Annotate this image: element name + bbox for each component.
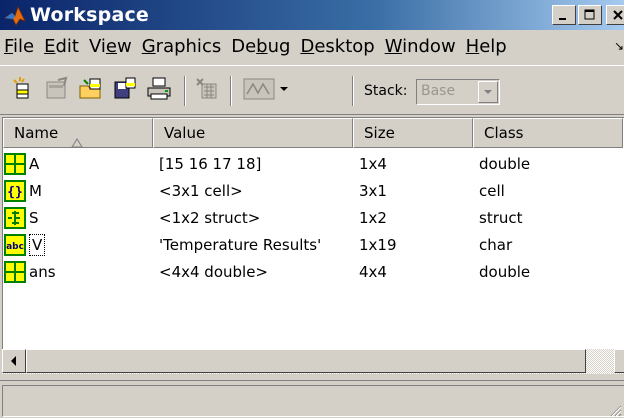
workspace-table: Name Value Size Class A [15 16 17 18] 1x… [2, 117, 624, 372]
plot-selection-button[interactable] [242, 76, 292, 102]
variable-size: 4x4 [359, 263, 387, 281]
svg-text:abc: abc [6, 242, 24, 252]
delete-icon [196, 78, 217, 99]
menu-desktop[interactable]: Desktop [295, 36, 379, 57]
variable-size: 1x19 [359, 236, 397, 254]
arrow-left-icon [11, 356, 16, 366]
column-header-class[interactable]: Class [473, 118, 623, 148]
window-title: Workspace [30, 4, 150, 26]
new-variable-button[interactable] [10, 76, 36, 102]
maximize-icon [584, 9, 595, 20]
load-data-button[interactable] [78, 76, 104, 102]
table-row[interactable]: S <1x2 struct> 1x2 struct [3, 205, 623, 232]
menu-debug[interactable]: Debug [226, 36, 295, 57]
matrix-icon [4, 153, 26, 175]
maximize-button[interactable] [578, 5, 602, 25]
matrix-icon [4, 261, 26, 283]
stack-label: Stack: [364, 83, 408, 99]
delete-button[interactable] [194, 76, 220, 102]
variable-name: S [29, 209, 39, 227]
table-row[interactable]: {} M <3x1 cell> 3x1 cell [3, 178, 623, 205]
variable-name: M [29, 182, 42, 200]
chevron-down-icon [484, 90, 492, 94]
close-button[interactable] [606, 5, 624, 25]
sort-ascending-icon [71, 129, 83, 147]
chevron-down-icon [280, 87, 288, 91]
print-button[interactable] [146, 76, 172, 102]
load-data-icon [79, 78, 101, 99]
status-bar [0, 380, 624, 418]
menu-help[interactable]: Help [461, 36, 512, 57]
variable-value: <1x2 struct> [159, 209, 261, 227]
save-button[interactable] [112, 76, 138, 102]
char-array-icon: abc [4, 234, 26, 256]
column-header-size[interactable]: Size [353, 118, 473, 148]
variable-class: double [479, 155, 531, 173]
table-row[interactable]: A [15 16 17 18] 1x4 double [3, 151, 623, 178]
menu-edit[interactable]: Edit [39, 36, 84, 57]
status-panel [2, 385, 624, 417]
menu-file[interactable]: File [0, 36, 39, 57]
scroll-right-button[interactable] [614, 349, 624, 373]
save-icon [114, 77, 136, 99]
stack-select-value: Base [421, 83, 456, 99]
table-row[interactable]: abc V 'Temperature Results' 1x19 char [3, 232, 623, 259]
menu-graphics[interactable]: Graphics [137, 36, 227, 57]
toolbar-separator [230, 76, 232, 106]
minimize-icon [559, 18, 566, 20]
new-variable-icon [13, 77, 29, 99]
variable-class: double [479, 263, 531, 281]
scrollbar-thumb[interactable] [26, 349, 586, 373]
variable-name-focus: V [29, 234, 46, 256]
horizontal-scrollbar[interactable] [2, 349, 624, 374]
table-row[interactable]: ans <4x4 double> 4x4 double [3, 259, 623, 286]
struct-icon [4, 207, 26, 229]
variable-value: <3x1 cell> [159, 182, 243, 200]
print-icon [147, 77, 171, 100]
open-selection-button[interactable] [44, 76, 70, 102]
menu-window[interactable]: Window [380, 36, 461, 57]
cell-array-icon: {} [4, 180, 26, 202]
toolbar: Stack: Base [0, 65, 624, 115]
variable-class: char [479, 236, 513, 254]
close-icon [613, 10, 623, 20]
column-header-name[interactable]: Name [3, 118, 153, 148]
column-header-value[interactable]: Value [153, 118, 353, 148]
minimize-button[interactable] [552, 5, 576, 25]
toolbar-separator [184, 76, 186, 106]
variable-value: [15 16 17 18] [159, 155, 262, 173]
open-selection-icon [46, 76, 68, 99]
resize-grip-icon[interactable] [608, 402, 622, 417]
variable-size: 1x4 [359, 155, 387, 173]
matlab-logo-icon [3, 4, 26, 26]
variable-value: <4x4 double> [159, 263, 268, 281]
toolbar-separator [352, 76, 354, 106]
variable-class: cell [479, 182, 505, 200]
title-bar[interactable]: Workspace [0, 0, 624, 30]
variable-class: struct [479, 209, 523, 227]
variable-size: 3x1 [359, 182, 387, 200]
variable-size: 1x2 [359, 209, 387, 227]
variable-name: ans [29, 263, 56, 281]
variable-name: A [29, 155, 40, 173]
variable-value: 'Temperature Results' [159, 236, 322, 254]
menu-view[interactable]: View [84, 36, 137, 57]
variable-name: V [29, 232, 46, 259]
stack-dropdown-button [478, 81, 498, 103]
svg-text:{}: {} [7, 185, 23, 200]
stack-select: Base [416, 79, 500, 105]
plot-selection-icon [243, 78, 288, 100]
menu-bar: File Edit View Graphics Debug Desktop Wi… [0, 31, 624, 61]
scroll-left-button[interactable] [2, 349, 26, 373]
menu-overflow-arrow-icon[interactable]: ↘ [614, 39, 624, 53]
